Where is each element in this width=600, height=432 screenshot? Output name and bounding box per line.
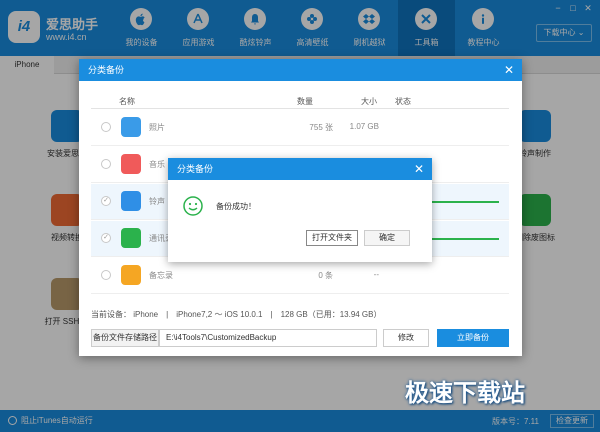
smiley-icon xyxy=(183,196,203,216)
row-checkbox[interactable]: ✓ xyxy=(101,196,111,206)
row-checkbox[interactable] xyxy=(101,159,111,169)
column-status: 状态 xyxy=(395,97,411,106)
backup-path-field[interactable]: E:\i4Tools7\CustomizedBackup xyxy=(159,329,377,347)
backup-progress-bar xyxy=(425,201,499,203)
backup-path-label: 备份文件存储路径 xyxy=(91,329,159,347)
row-checkbox[interactable] xyxy=(101,270,111,280)
close-icon[interactable]: ✕ xyxy=(414,158,424,180)
backup-success-dialog: 分类备份 ✕ 备份成功！ 打开文件夹 确定 xyxy=(168,158,432,262)
close-icon[interactable]: ✕ xyxy=(504,59,514,81)
category-count: 0 条 xyxy=(318,271,333,280)
column-name: 名称 xyxy=(119,97,135,106)
watermark: 极速下载站 xyxy=(405,379,525,407)
row-checkbox[interactable] xyxy=(101,122,111,132)
category-icon xyxy=(121,191,141,211)
category-size: 1.07 GB xyxy=(349,122,379,131)
open-folder-button[interactable]: 打开文件夹 xyxy=(306,230,358,246)
column-size: 大小 xyxy=(361,97,377,106)
table-header: 名称 数量 大小 状态 xyxy=(91,93,509,109)
category-icon xyxy=(121,117,141,137)
device-info: 当前设备： iPhone | iPhone7,2 ～ iOS 10.0.1 | … xyxy=(91,310,382,319)
category-icon xyxy=(121,265,141,285)
category-name: 照片 xyxy=(149,123,165,132)
backup-progress-bar xyxy=(425,238,499,240)
ok-button[interactable]: 确定 xyxy=(364,230,410,246)
dialog-title: 分类备份 xyxy=(177,164,214,174)
dialog-title: 分类备份 xyxy=(88,65,125,75)
success-message: 备份成功！ xyxy=(216,202,256,211)
category-count: 755 张 xyxy=(309,123,333,132)
modify-path-button[interactable]: 修改 xyxy=(383,329,429,347)
table-row[interactable]: 备忘录 0 条 -- xyxy=(91,258,509,294)
category-name: 音乐 xyxy=(149,160,165,169)
table-row[interactable]: 照片 755 张 1.07 GB xyxy=(91,110,509,146)
category-name: 备忘录 xyxy=(149,271,173,280)
category-size: -- xyxy=(373,270,379,279)
dialog-header: 分类备份 ✕ xyxy=(79,59,522,81)
backup-now-button[interactable]: 立即备份 xyxy=(437,329,509,347)
column-count: 数量 xyxy=(297,97,313,106)
category-name: 铃声 xyxy=(149,197,165,206)
row-checkbox[interactable]: ✓ xyxy=(101,233,111,243)
category-icon xyxy=(121,228,141,248)
category-icon xyxy=(121,154,141,174)
dialog-header: 分类备份 ✕ xyxy=(168,158,432,180)
